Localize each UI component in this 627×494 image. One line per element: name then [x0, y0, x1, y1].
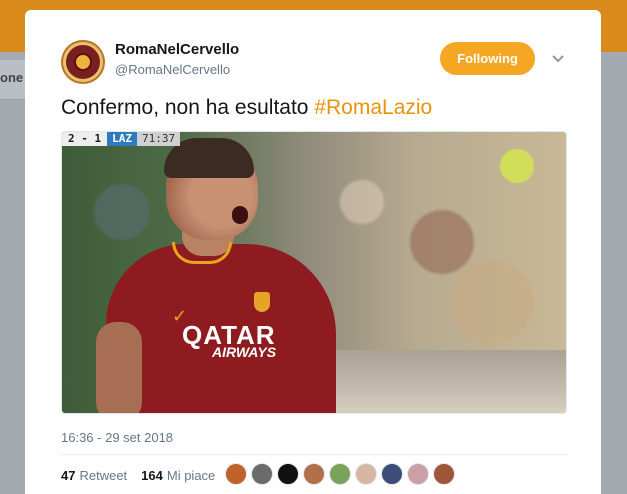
divider	[61, 454, 567, 455]
tweet-stats: 47 Retweet 164 Mi piace	[61, 468, 215, 483]
chevron-down-icon[interactable]	[549, 50, 567, 68]
liker-avatar[interactable]	[225, 463, 247, 485]
likes-count[interactable]: 164	[141, 468, 163, 483]
liker-avatar[interactable]	[251, 463, 273, 485]
hashtag-link[interactable]: #RomaLazio	[314, 96, 432, 119]
liker-avatar[interactable]	[355, 463, 377, 485]
user-handle[interactable]: @RomaNelCervello	[115, 62, 230, 77]
liker-avatar[interactable]	[303, 463, 325, 485]
tweet-media-photo[interactable]: ✓ QATAR AIRWAYS 2 - 1 LAZ 71:37	[61, 131, 567, 414]
liker-avatar[interactable]	[433, 463, 455, 485]
tweet-body: Confermo, non ha esultato	[61, 96, 315, 119]
user-name[interactable]: RomaNelCervello	[115, 41, 239, 58]
liker-avatars	[225, 463, 455, 485]
scorebug-team: LAZ	[107, 132, 137, 146]
avatar-ring	[63, 42, 103, 82]
tweet-text: Confermo, non ha esultato #RomaLazio	[61, 96, 432, 120]
liker-avatar[interactable]	[407, 463, 429, 485]
jersey-sponsor-sub: AIRWAYS	[212, 344, 277, 360]
avatar-core	[74, 53, 92, 71]
scorebug-score: 2 - 1	[62, 132, 108, 146]
scorebug-clock: 71:37	[137, 132, 181, 146]
user-avatar[interactable]	[61, 40, 105, 84]
retweets-count[interactable]: 47	[61, 468, 75, 483]
player-mouth	[232, 206, 248, 224]
liker-avatar[interactable]	[277, 463, 299, 485]
club-badge-icon	[254, 292, 270, 312]
background-tab-label: one	[0, 70, 24, 85]
liker-avatar[interactable]	[381, 463, 403, 485]
tweet-modal: RomaNelCervello @RomaNelCervello Followi…	[25, 10, 601, 494]
liker-avatar[interactable]	[329, 463, 351, 485]
following-button[interactable]: Following	[440, 42, 535, 75]
likes-label[interactable]: Mi piace	[167, 468, 215, 483]
tweet-timestamp[interactable]: 16:36 - 29 set 2018	[61, 430, 173, 445]
player-arm	[96, 322, 142, 413]
tv-scorebug: 2 - 1 LAZ 71:37	[62, 132, 181, 146]
retweets-label[interactable]: Retweet	[79, 468, 127, 483]
